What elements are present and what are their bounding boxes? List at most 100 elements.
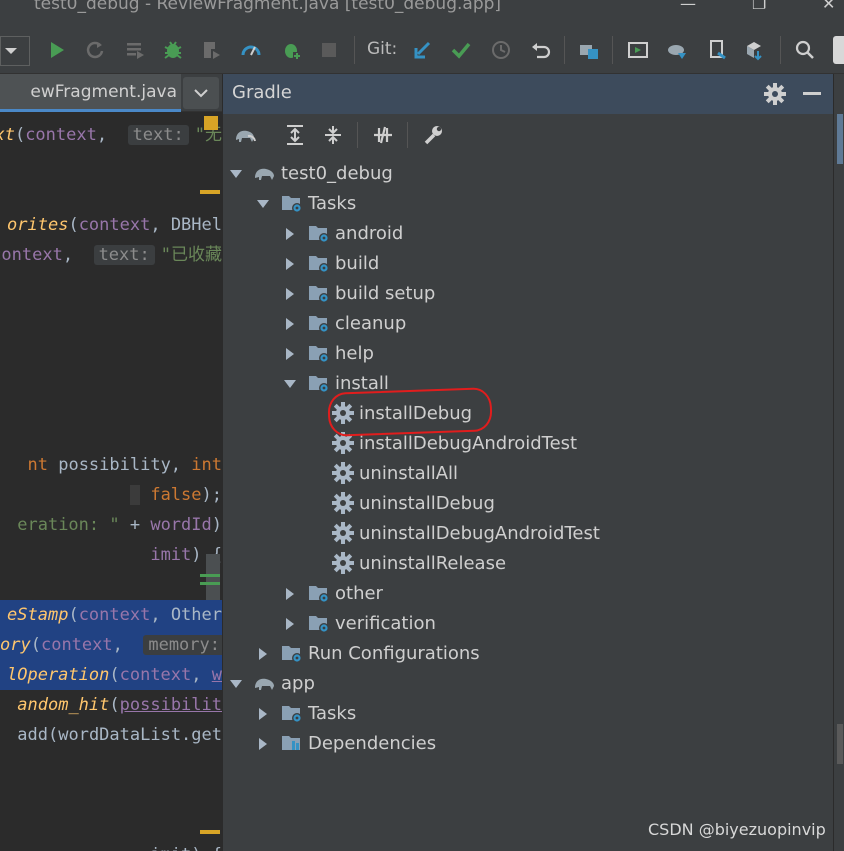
profiler-button[interactable]	[238, 37, 264, 63]
code-token: context	[119, 665, 192, 685]
editor-tab-reviewfragment[interactable]: ewFragment.java	[0, 74, 181, 112]
tree-node-build-setup[interactable]: build setup	[283, 278, 435, 308]
tree-node-cleanup[interactable]: cleanup	[283, 308, 406, 338]
tree-node-uninstallrelease[interactable]: uninstallRelease	[331, 548, 506, 578]
tree-node-tasks[interactable]: Tasks	[256, 698, 356, 728]
git-commit-button[interactable]	[448, 37, 474, 63]
tree-node-other[interactable]: other	[283, 578, 383, 608]
expand-arrow-right-icon[interactable]	[283, 586, 297, 600]
sdk-manager-button[interactable]	[742, 37, 768, 63]
warning-marker	[204, 116, 218, 130]
expand-arrow-right-icon[interactable]	[283, 226, 297, 240]
side-tab-gradle[interactable]	[837, 114, 843, 164]
code-token: );	[201, 485, 222, 505]
code-token: (	[30, 635, 41, 655]
code-token: (	[68, 215, 79, 235]
gradle-elephant-icon	[236, 130, 256, 142]
expand-arrow-down-icon[interactable]	[229, 166, 243, 180]
code-line: context, text:"已收藏	[0, 240, 222, 270]
tree-node-test0_debug[interactable]: test0_debug	[229, 158, 393, 188]
run-coverage-button[interactable]	[122, 37, 148, 63]
tree-node-label: uninstallDebugAndroidTest	[359, 522, 600, 544]
run-button[interactable]	[44, 37, 70, 63]
gradle-title: Gradle	[232, 82, 292, 103]
change-marker	[200, 830, 220, 834]
code-token: context	[40, 635, 113, 655]
task-folder-icon	[307, 581, 331, 605]
close-button[interactable]: ✕	[822, 0, 835, 13]
tree-node-build[interactable]: build	[283, 248, 379, 278]
expand-arrow-right-icon[interactable]	[283, 286, 297, 300]
code-token: false	[140, 485, 202, 505]
main-toolbar: Git:	[0, 28, 844, 74]
tree-node-label: test0_debug	[281, 162, 393, 184]
git-history-button[interactable]	[488, 37, 514, 63]
sdk-manager-icon	[747, 42, 762, 61]
emulator-button[interactable]	[625, 37, 651, 63]
build-tool-settings-button[interactable]	[419, 122, 447, 148]
expand-arrow-down-icon[interactable]	[229, 676, 243, 690]
gradle-elephant-icon	[253, 161, 277, 185]
side-tab[interactable]	[837, 724, 843, 764]
tree-node-run-configurations[interactable]: Run Configurations	[256, 638, 480, 668]
tree-node-uninstallall[interactable]: uninstallAll	[331, 458, 458, 488]
run-coverage-icon	[127, 43, 144, 59]
tree-node-dependencies[interactable]: Dependencies	[256, 728, 436, 758]
expand-arrow-down-icon[interactable]	[256, 196, 270, 210]
tree-node-android[interactable]: android	[283, 218, 403, 248]
debug-button[interactable]	[160, 37, 186, 63]
strip-button[interactable]	[833, 36, 844, 64]
toolbar-separator	[357, 122, 358, 148]
tree-node-tasks[interactable]: Tasks	[256, 188, 356, 218]
tree-node-app[interactable]: app	[229, 668, 315, 698]
added-marker	[200, 582, 220, 585]
chevron-down-icon	[5, 48, 17, 54]
run-config-dropdown[interactable]	[0, 36, 30, 66]
code-line: add(wordDataList.get	[17, 720, 222, 750]
task-folder-icon	[307, 251, 331, 275]
project-structure-icon	[580, 45, 598, 59]
expand-all-button[interactable]	[281, 122, 309, 148]
code-token	[129, 485, 141, 505]
tree-node-label: Tasks	[308, 192, 357, 214]
code-token: eration: "	[17, 515, 120, 535]
tree-node-uninstalldebug[interactable]: uninstallDebug	[331, 488, 495, 518]
git-update-button[interactable]	[410, 37, 436, 63]
expand-arrow-down-icon[interactable]	[283, 376, 297, 390]
search-button[interactable]	[792, 37, 818, 63]
stop-button[interactable]	[316, 37, 342, 63]
expand-arrow-right-icon[interactable]	[283, 346, 297, 360]
attach-debugger-button[interactable]	[278, 37, 304, 63]
tree-node-help[interactable]: help	[283, 338, 374, 368]
expand-arrow-right-icon[interactable]	[256, 736, 270, 750]
code-token: ,	[191, 665, 212, 685]
profile-button[interactable]	[198, 37, 224, 63]
gradle-sync-button[interactable]	[664, 37, 690, 63]
minimize-button[interactable]: —	[680, 0, 696, 13]
rerun-button[interactable]	[82, 37, 108, 63]
tree-node-verification[interactable]: verification	[283, 608, 436, 638]
code-editor[interactable]: ewFragment.java ext(context, text:"无 orit…	[0, 74, 222, 851]
code-line: imit) {	[79, 840, 222, 851]
collapse-all-button[interactable]	[319, 122, 347, 148]
tab-list-button[interactable]	[183, 77, 219, 109]
maximize-button[interactable]: ❐	[752, 0, 766, 13]
reload-gradle-button[interactable]	[231, 122, 259, 148]
dependencies-icon	[280, 731, 304, 755]
expand-arrow-right-icon[interactable]	[283, 616, 297, 630]
git-rollback-button[interactable]	[527, 37, 553, 63]
expand-arrow-right-icon[interactable]	[283, 256, 297, 270]
expand-arrow-right-icon[interactable]	[256, 646, 270, 660]
expand-arrow-right-icon[interactable]	[256, 706, 270, 720]
task-folder-icon	[307, 311, 331, 335]
hide-panel-button[interactable]	[803, 92, 821, 95]
emulator-icon	[628, 42, 648, 58]
tree-node-label: uninstallDebug	[359, 492, 495, 514]
device-manager-button[interactable]	[704, 37, 730, 63]
project-structure-button[interactable]	[576, 37, 602, 63]
expand-arrow-right-icon[interactable]	[283, 316, 297, 330]
settings-button[interactable]	[763, 82, 787, 106]
toggle-offline-button[interactable]	[369, 122, 397, 148]
code-line: nt possibility, int	[28, 450, 223, 480]
tree-node-uninstalldebugandroidtest[interactable]: uninstallDebugAndroidTest	[331, 518, 600, 548]
